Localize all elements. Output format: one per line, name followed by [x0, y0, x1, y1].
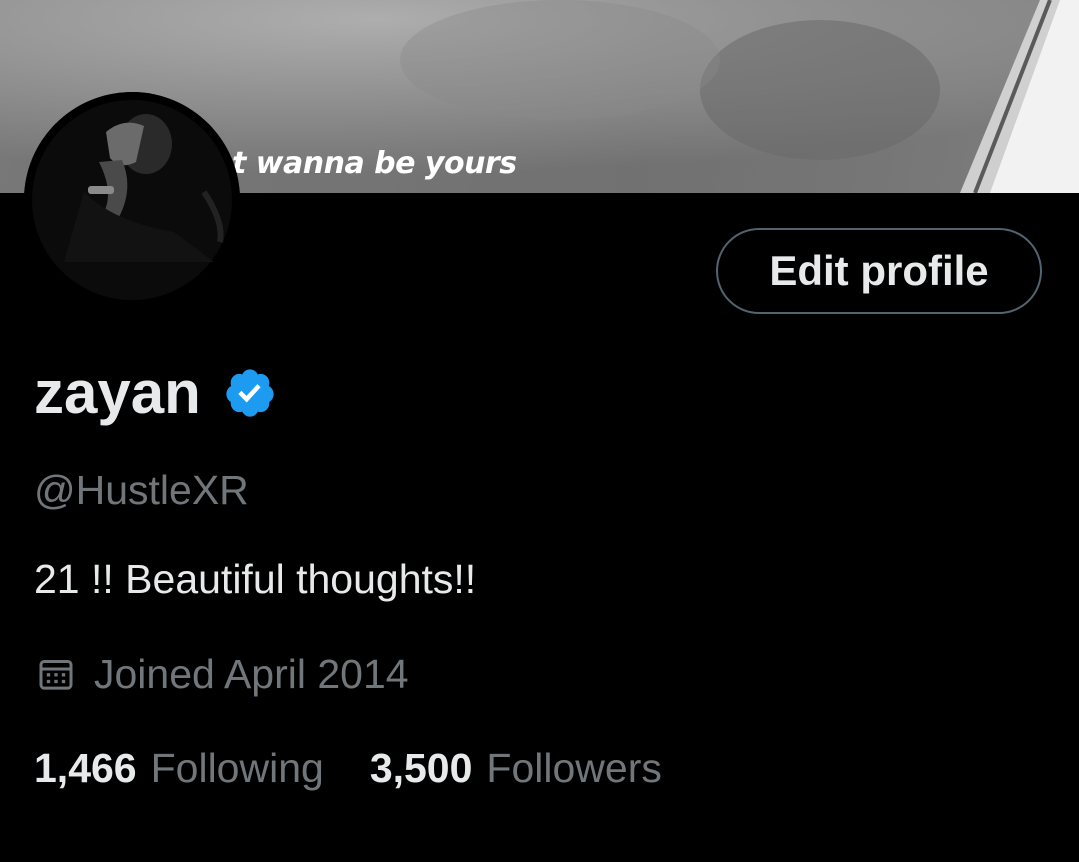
- avatar[interactable]: [24, 92, 240, 308]
- follow-stats: 1,466 Following 3,500 Followers: [34, 744, 662, 792]
- joined-row: Joined April 2014: [36, 650, 409, 698]
- following-count: 1,466: [34, 745, 137, 791]
- user-handle: @HustleXR: [34, 467, 249, 513]
- calendar-icon: [39, 660, 73, 690]
- avatar-image: [24, 92, 240, 308]
- following-link[interactable]: 1,466 Following: [34, 744, 324, 792]
- profile-page: t wanna be yours Edit profile zayan @Hus…: [0, 0, 1079, 862]
- following-label: Following: [150, 745, 324, 791]
- followers-count: 3,500: [369, 745, 473, 791]
- banner-caption: t wanna be yours: [232, 146, 517, 181]
- display-name: zayan: [34, 359, 201, 426]
- joined-date: Joined April 2014: [94, 651, 409, 697]
- followers-link[interactable]: 3,500 Followers: [370, 744, 662, 792]
- bio: 21 !! Beautiful thoughts!!: [34, 556, 477, 602]
- edit-profile-button[interactable]: Edit profile: [716, 228, 1042, 314]
- name-row: zayan: [34, 357, 277, 429]
- verified-badge-icon[interactable]: [223, 366, 277, 420]
- followers-label: Followers: [486, 745, 662, 791]
